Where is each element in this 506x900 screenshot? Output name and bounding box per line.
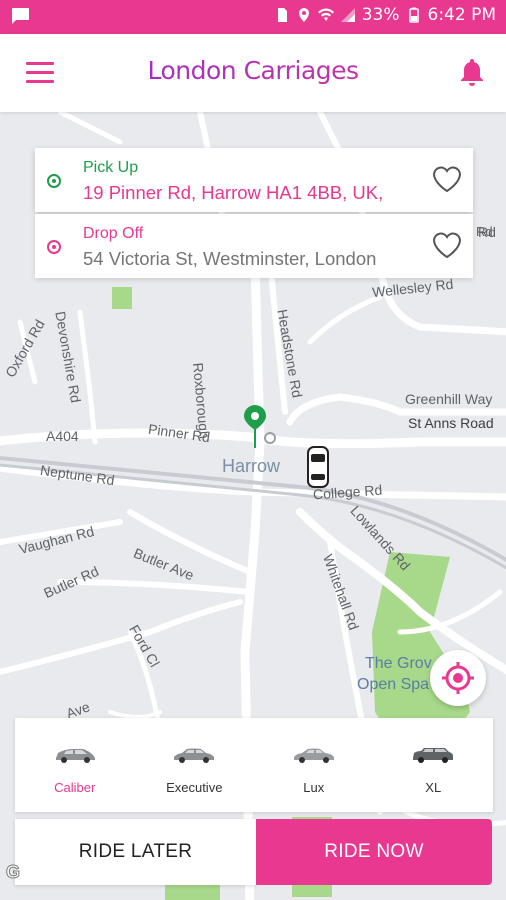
pickup-field[interactable]: Pick Up 19 Pinner Rd, Harrow HA1 4BB, UK… bbox=[35, 148, 473, 212]
ride-now-button[interactable]: RIDE NOW bbox=[256, 819, 492, 885]
car-option-xl[interactable]: XL bbox=[374, 718, 494, 812]
bell-icon[interactable] bbox=[458, 56, 486, 86]
location-icon bbox=[298, 8, 309, 22]
car-option-label: XL bbox=[425, 780, 442, 795]
map-label: Greenhill Way bbox=[405, 391, 493, 407]
car-option-lux[interactable]: Lux bbox=[254, 718, 374, 812]
favorite-heart-icon[interactable] bbox=[431, 230, 463, 260]
map-label: The Grov bbox=[365, 655, 432, 672]
status-bar: 33% 6:42 PM bbox=[0, 0, 506, 34]
car-option-label: Caliber bbox=[54, 780, 96, 795]
car-marker-icon bbox=[307, 446, 329, 488]
car-type-selector: Caliber Executive Lux XL bbox=[15, 718, 493, 812]
pickup-label: Pick Up bbox=[83, 159, 139, 176]
car-option-label: Lux bbox=[303, 780, 325, 795]
dropoff-label: Drop Off bbox=[83, 225, 144, 242]
map-label: Rd bbox=[476, 224, 493, 239]
map-label: A404 bbox=[46, 428, 79, 444]
status-icons: 33% 6:42 PM bbox=[274, 5, 496, 25]
battery-icon bbox=[408, 7, 419, 23]
crosshair-icon bbox=[442, 662, 474, 694]
suv-car-icon bbox=[413, 748, 454, 763]
app-title: London Carriages bbox=[0, 56, 506, 85]
pickup-pin-icon[interactable] bbox=[242, 404, 268, 450]
map-label: St Anns Road bbox=[408, 415, 494, 431]
favorite-heart-icon[interactable] bbox=[431, 164, 463, 194]
signal-icon bbox=[340, 8, 355, 22]
pickup-dot-icon bbox=[47, 174, 61, 188]
battery-percent: 33% bbox=[361, 5, 400, 25]
luxury-car-icon bbox=[293, 748, 334, 763]
car-option-executive[interactable]: Executive bbox=[135, 718, 255, 812]
hatchback-car-icon bbox=[55, 749, 95, 763]
sim-icon bbox=[277, 8, 287, 22]
clock: 6:42 PM bbox=[427, 5, 497, 25]
sedan-car-icon bbox=[174, 748, 215, 763]
map-label-harrow: Harrow bbox=[222, 456, 281, 476]
google-logo: G bbox=[5, 862, 21, 883]
wifi-icon bbox=[317, 8, 334, 21]
chat-icon bbox=[12, 8, 29, 24]
car-option-caliber[interactable]: Caliber bbox=[15, 718, 135, 812]
dropoff-dot-icon bbox=[47, 240, 61, 254]
dropoff-field[interactable]: Drop Off 54 Victoria St, Westminster, Lo… bbox=[35, 214, 473, 278]
pickup-address[interactable]: 19 Pinner Rd, Harrow HA1 4BB, UK, bbox=[83, 182, 423, 204]
dropoff-address[interactable]: 54 Victoria St, Westminster, London bbox=[83, 248, 423, 270]
map-label: Open Spa bbox=[357, 676, 430, 693]
locate-me-button[interactable] bbox=[430, 650, 486, 706]
app-bar: London Carriages bbox=[0, 34, 506, 112]
car-option-label: Executive bbox=[166, 780, 223, 795]
ride-later-button[interactable]: RIDE LATER bbox=[15, 819, 256, 885]
